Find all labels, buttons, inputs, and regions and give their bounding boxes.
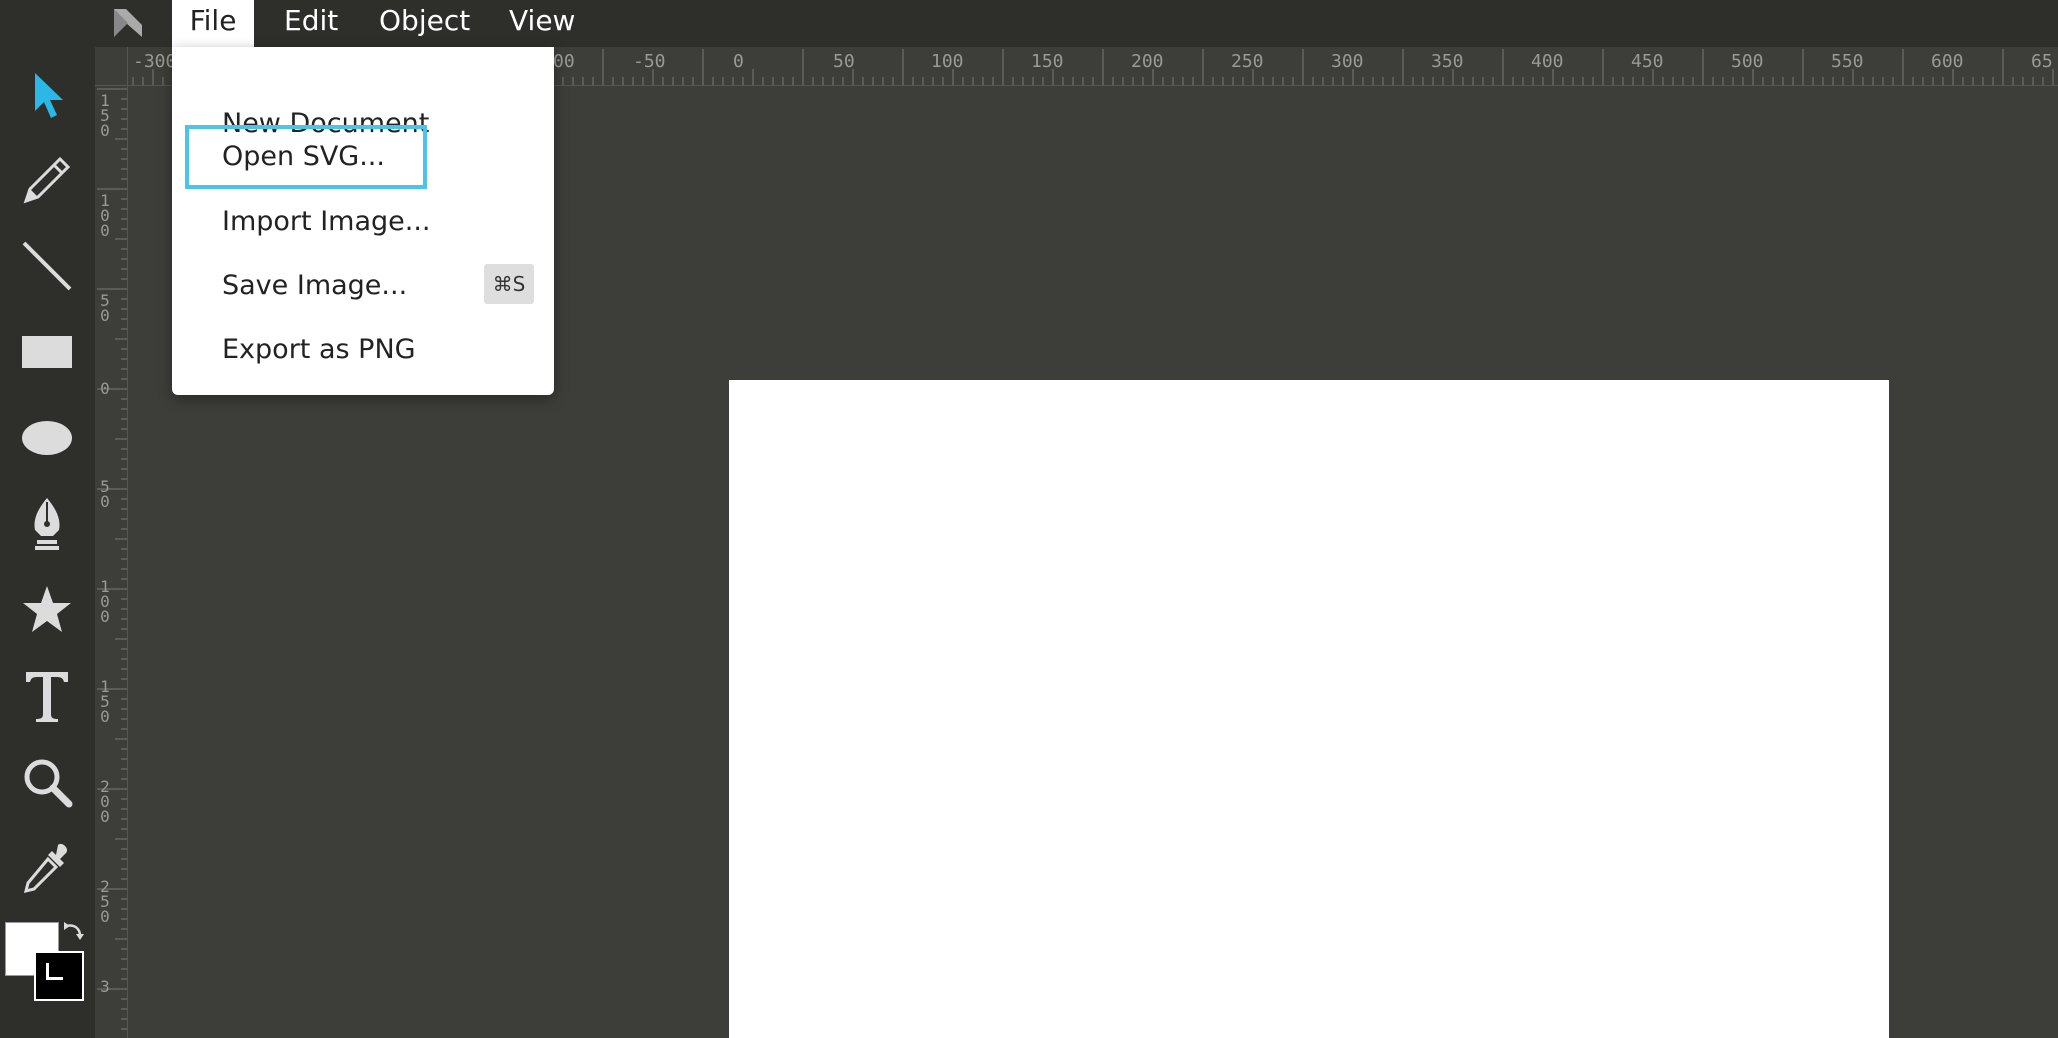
line-tool[interactable]	[14, 233, 80, 299]
menu-object[interactable]: Object	[379, 0, 470, 47]
ruler-label: 150	[100, 91, 110, 140]
ruler-label: 3	[100, 977, 110, 996]
ruler-label: 250	[100, 877, 110, 926]
star-tool[interactable]	[14, 577, 80, 643]
swap-colors-icon[interactable]	[60, 920, 86, 946]
rectangle-icon	[22, 336, 72, 368]
vertical-ruler: 150 100 50 0 50 100 150 200 250 3	[95, 85, 128, 1038]
stroke-indicator	[46, 963, 63, 980]
menu-view[interactable]: View	[509, 0, 575, 47]
ruler-label: 550	[1831, 51, 1864, 72]
pointer-arrow-icon	[35, 73, 63, 118]
ruler-label: 65	[2031, 51, 2053, 72]
drawing-canvas[interactable]	[729, 380, 1889, 1038]
method-draw-logo-icon[interactable]	[110, 5, 146, 41]
ruler-label: 150	[1031, 51, 1064, 72]
ellipse-tool[interactable]	[14, 405, 80, 471]
eyedropper-icon	[23, 843, 68, 894]
ruler-label: 400	[1531, 51, 1564, 72]
ruler-label: 200	[1131, 51, 1164, 72]
ruler-label: 150	[100, 677, 110, 726]
eyedropper-tool[interactable]	[14, 835, 80, 901]
ruler-label: 0	[100, 379, 110, 398]
ruler-label: 0	[733, 51, 744, 72]
ruler-label: 100	[931, 51, 964, 72]
ruler-label: 300	[1331, 51, 1364, 72]
line-icon	[22, 241, 72, 291]
save-shortcut-badge: ⌘S	[484, 264, 534, 304]
ruler-label: 100	[100, 191, 110, 240]
stroke-color-swatch[interactable]	[34, 951, 84, 1001]
menu-item-open-svg[interactable]: Open SVG...	[222, 127, 385, 187]
ruler-label: 200	[100, 777, 110, 826]
pen-tool[interactable]	[14, 491, 80, 557]
ruler-label: -50	[633, 51, 666, 72]
ruler-label: 450	[1631, 51, 1664, 72]
ruler-label: -300	[133, 51, 177, 72]
zoom-tool[interactable]	[14, 749, 80, 815]
ruler-corner	[95, 47, 128, 86]
ruler-label: 00	[553, 51, 575, 72]
ruler-label: 600	[1931, 51, 1964, 72]
ruler-label: 50	[100, 291, 110, 325]
ruler-label: 350	[1431, 51, 1464, 72]
text-tool[interactable]	[14, 663, 80, 729]
ruler-label: 50	[833, 51, 855, 72]
ruler-label: 50	[100, 477, 110, 511]
ruler-label: 250	[1231, 51, 1264, 72]
ellipse-icon	[22, 421, 72, 455]
text-T-icon	[26, 672, 68, 722]
star-icon	[23, 586, 71, 632]
rectangle-tool[interactable]	[14, 319, 80, 385]
menu-item-export-png[interactable]: Export as PNG	[222, 320, 416, 380]
pencil-tool[interactable]	[14, 147, 80, 213]
pen-nib-icon	[34, 498, 60, 550]
pencil-icon	[23, 156, 71, 204]
menu-edit[interactable]: Edit	[284, 0, 338, 47]
menu-item-save-image[interactable]: Save Image...	[222, 256, 407, 316]
ruler-label: 100	[100, 577, 110, 626]
menu-item-import-image[interactable]: Import Image...	[222, 192, 431, 252]
magnifier-icon	[24, 759, 73, 808]
menu-file[interactable]: File	[172, 0, 254, 47]
select-tool[interactable]	[14, 63, 80, 129]
tool-panel	[0, 47, 95, 1038]
file-menu-dropdown: New Document Open SVG... Import Image...…	[172, 47, 554, 395]
ruler-label: 500	[1731, 51, 1764, 72]
menubar: File Edit Object View	[0, 0, 2058, 47]
